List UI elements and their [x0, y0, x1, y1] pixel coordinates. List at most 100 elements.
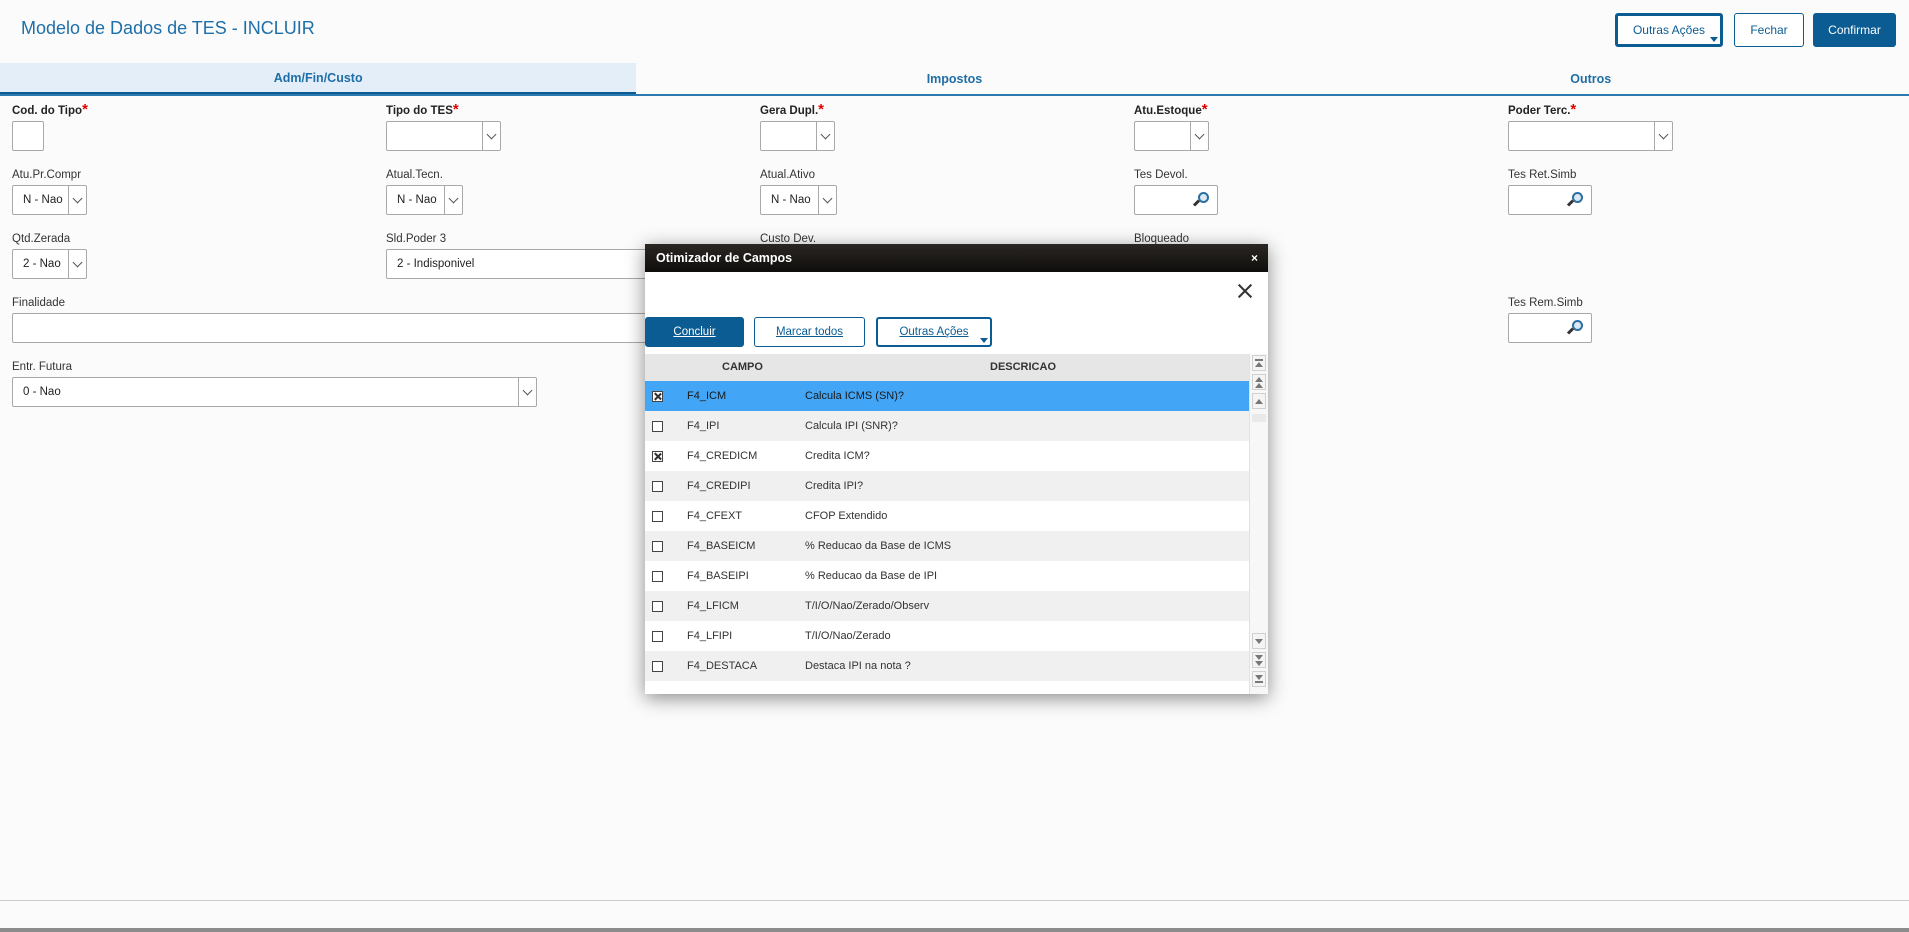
chevron-down-icon[interactable] — [816, 122, 834, 150]
tes-devol-label: Tes Devol. — [1134, 169, 1188, 181]
table-row[interactable]: F4_BASEICM % Reducao da Base de ICMS — [645, 531, 1249, 561]
column-header-campo[interactable]: CAMPO — [722, 361, 763, 373]
table-row[interactable]: F4_LFICM T/I/O/Nao/Zerado/Observ — [645, 591, 1249, 621]
outras-acoes-button[interactable]: Outras Ações — [1615, 13, 1723, 47]
qtd-zerada-label: Qtd.Zerada — [12, 233, 71, 245]
atual-ativo-select[interactable]: N - Nao — [760, 185, 837, 215]
table-row[interactable]: F4_CREDIPI Credita IPI? — [645, 471, 1249, 501]
campo-cell: F4_LFIPI — [687, 630, 733, 642]
bottom-bar — [0, 928, 1909, 932]
grid-scrollbar[interactable] — [1249, 354, 1268, 694]
gera-dupl-select[interactable] — [760, 121, 835, 151]
close-icon[interactable] — [1234, 280, 1256, 302]
search-icon[interactable] — [1566, 320, 1583, 336]
table-row[interactable]: F4_CREDICM Credita ICM? — [645, 441, 1249, 471]
chevron-down-icon[interactable] — [1190, 122, 1208, 150]
chevron-down-icon[interactable] — [68, 186, 86, 214]
marcar-todos-button[interactable]: Marcar todos — [754, 317, 865, 347]
row-checkbox[interactable] — [652, 631, 663, 642]
row-checkbox[interactable] — [652, 451, 663, 462]
descricao-cell: % Reducao da Base de ICMS — [805, 540, 952, 552]
chevron-down-icon[interactable] — [444, 186, 462, 214]
caret-down-icon — [980, 338, 988, 343]
scroll-up-icon[interactable] — [1252, 393, 1266, 409]
outras-acoes-button[interactable]: Outras Ações — [876, 317, 992, 347]
tipo-tes-field: Tipo do TES* — [386, 102, 501, 151]
chevron-down-icon[interactable] — [482, 122, 500, 150]
descricao-cell: Credita IPI? — [805, 480, 864, 492]
descricao-cell: % Reducao da Base de IPI — [805, 570, 938, 582]
chevron-down-icon[interactable] — [1654, 122, 1672, 150]
chevron-down-icon[interactable] — [68, 250, 86, 278]
campo-cell: F4_CREDIPI — [687, 480, 751, 492]
chevron-down-icon[interactable] — [518, 378, 536, 406]
finalidade-label: Finalidade — [12, 297, 66, 309]
sld-poder-3-field: Sld.Poder 3 2 - Indisponivel — [386, 232, 656, 279]
chevron-down-icon[interactable] — [818, 186, 836, 214]
required-marker: * — [82, 101, 88, 118]
footer-divider — [0, 900, 1909, 901]
fechar-label: Fechar — [1750, 23, 1788, 37]
scroll-page-down-icon[interactable] — [1252, 652, 1266, 668]
confirmar-button[interactable]: Confirmar — [1813, 13, 1896, 47]
tab-outros[interactable]: Outros — [1273, 63, 1909, 94]
scroll-top-icon[interactable] — [1252, 355, 1266, 371]
tes-devol-input[interactable] — [1134, 185, 1218, 215]
row-checkbox[interactable] — [652, 601, 663, 612]
poder-terc-field: Poder Terc.* — [1508, 101, 1673, 151]
tab-impostos[interactable]: Impostos — [636, 63, 1272, 94]
tes-ret-simb-input[interactable] — [1508, 185, 1592, 215]
column-header-descricao[interactable]: DESCRICAO — [990, 361, 1056, 373]
scroll-down-icon[interactable] — [1252, 633, 1266, 649]
campo-cell: F4_BASEICM — [687, 540, 756, 552]
tes-rem-simb-input[interactable] — [1508, 313, 1592, 343]
close-icon[interactable]: × — [1251, 251, 1258, 265]
table-row[interactable]: F4_DESTACA Destaca IPI na nota ? — [645, 651, 1249, 681]
campo-cell: F4_LFICM — [687, 600, 739, 612]
table-row[interactable]: F4_IPI Calcula IPI (SNR)? — [645, 411, 1249, 441]
search-icon[interactable] — [1566, 192, 1583, 208]
table-row[interactable]: F4_LFIPI T/I/O/Nao/Zerado — [645, 621, 1249, 651]
table-row[interactable]: F4_ICM Calcula ICMS (SN)? — [645, 381, 1249, 411]
tipo-tes-select[interactable] — [386, 121, 501, 151]
sld-poder-3-select[interactable]: 2 - Indisponivel — [386, 249, 656, 279]
sld-poder-3-label: Sld.Poder 3 — [386, 233, 447, 245]
cod-tipo-input[interactable] — [12, 121, 44, 151]
table-row[interactable]: F4_CFEXT CFOP Extendido — [645, 501, 1249, 531]
row-checkbox[interactable] — [652, 391, 663, 402]
row-checkbox[interactable] — [652, 511, 663, 522]
entr-futura-field: Entr. Futura 0 - Nao — [12, 360, 537, 407]
grid-header: CAMPO DESCRICAO — [645, 354, 1249, 381]
concluir-button[interactable]: Concluir — [645, 317, 744, 347]
tab-adm-fin-custo[interactable]: Adm/Fin/Custo — [0, 63, 637, 94]
caret-down-icon — [1710, 37, 1718, 42]
campo-cell: F4_DESTACA — [687, 660, 758, 672]
row-checkbox[interactable] — [652, 541, 663, 552]
finalidade-field: Finalidade — [12, 296, 657, 343]
row-checkbox[interactable] — [652, 481, 663, 492]
table-row[interactable]: F4_BASEIPI % Reducao da Base de IPI — [645, 561, 1249, 591]
required-marker: * — [1570, 101, 1577, 118]
entr-futura-select[interactable]: 0 - Nao — [12, 377, 537, 407]
row-checkbox[interactable] — [652, 421, 663, 432]
atu-pr-compr-select[interactable]: N - Nao — [12, 185, 87, 215]
scroll-page-up-icon[interactable] — [1252, 374, 1266, 390]
atual-ativo-field: Atual.Ativo N - Nao — [760, 168, 837, 215]
campo-cell: F4_CFEXT — [687, 510, 743, 522]
tipo-tes-label: Tipo do TES — [386, 105, 453, 117]
row-checkbox[interactable] — [652, 661, 663, 672]
atu-estoque-select[interactable] — [1134, 121, 1209, 151]
atu-pr-compr-field: Atu.Pr.Compr N - Nao — [12, 168, 87, 215]
poder-terc-select[interactable] — [1508, 121, 1673, 151]
dialog-titlebar: Otimizador de Campos × — [645, 244, 1268, 272]
atual-tecn-select[interactable]: N - Nao — [386, 185, 463, 215]
fechar-button[interactable]: Fechar — [1734, 13, 1804, 47]
row-checkbox[interactable] — [652, 571, 663, 582]
scroll-bottom-icon[interactable] — [1252, 671, 1266, 687]
qtd-zerada-select[interactable]: 2 - Nao — [12, 249, 87, 279]
marcar-todos-label: Marcar todos — [775, 326, 844, 338]
finalidade-input[interactable] — [12, 313, 657, 343]
descricao-cell: Destaca IPI na nota ? — [805, 660, 911, 672]
search-icon[interactable] — [1192, 192, 1209, 208]
scroll-thumb[interactable] — [1252, 414, 1266, 422]
